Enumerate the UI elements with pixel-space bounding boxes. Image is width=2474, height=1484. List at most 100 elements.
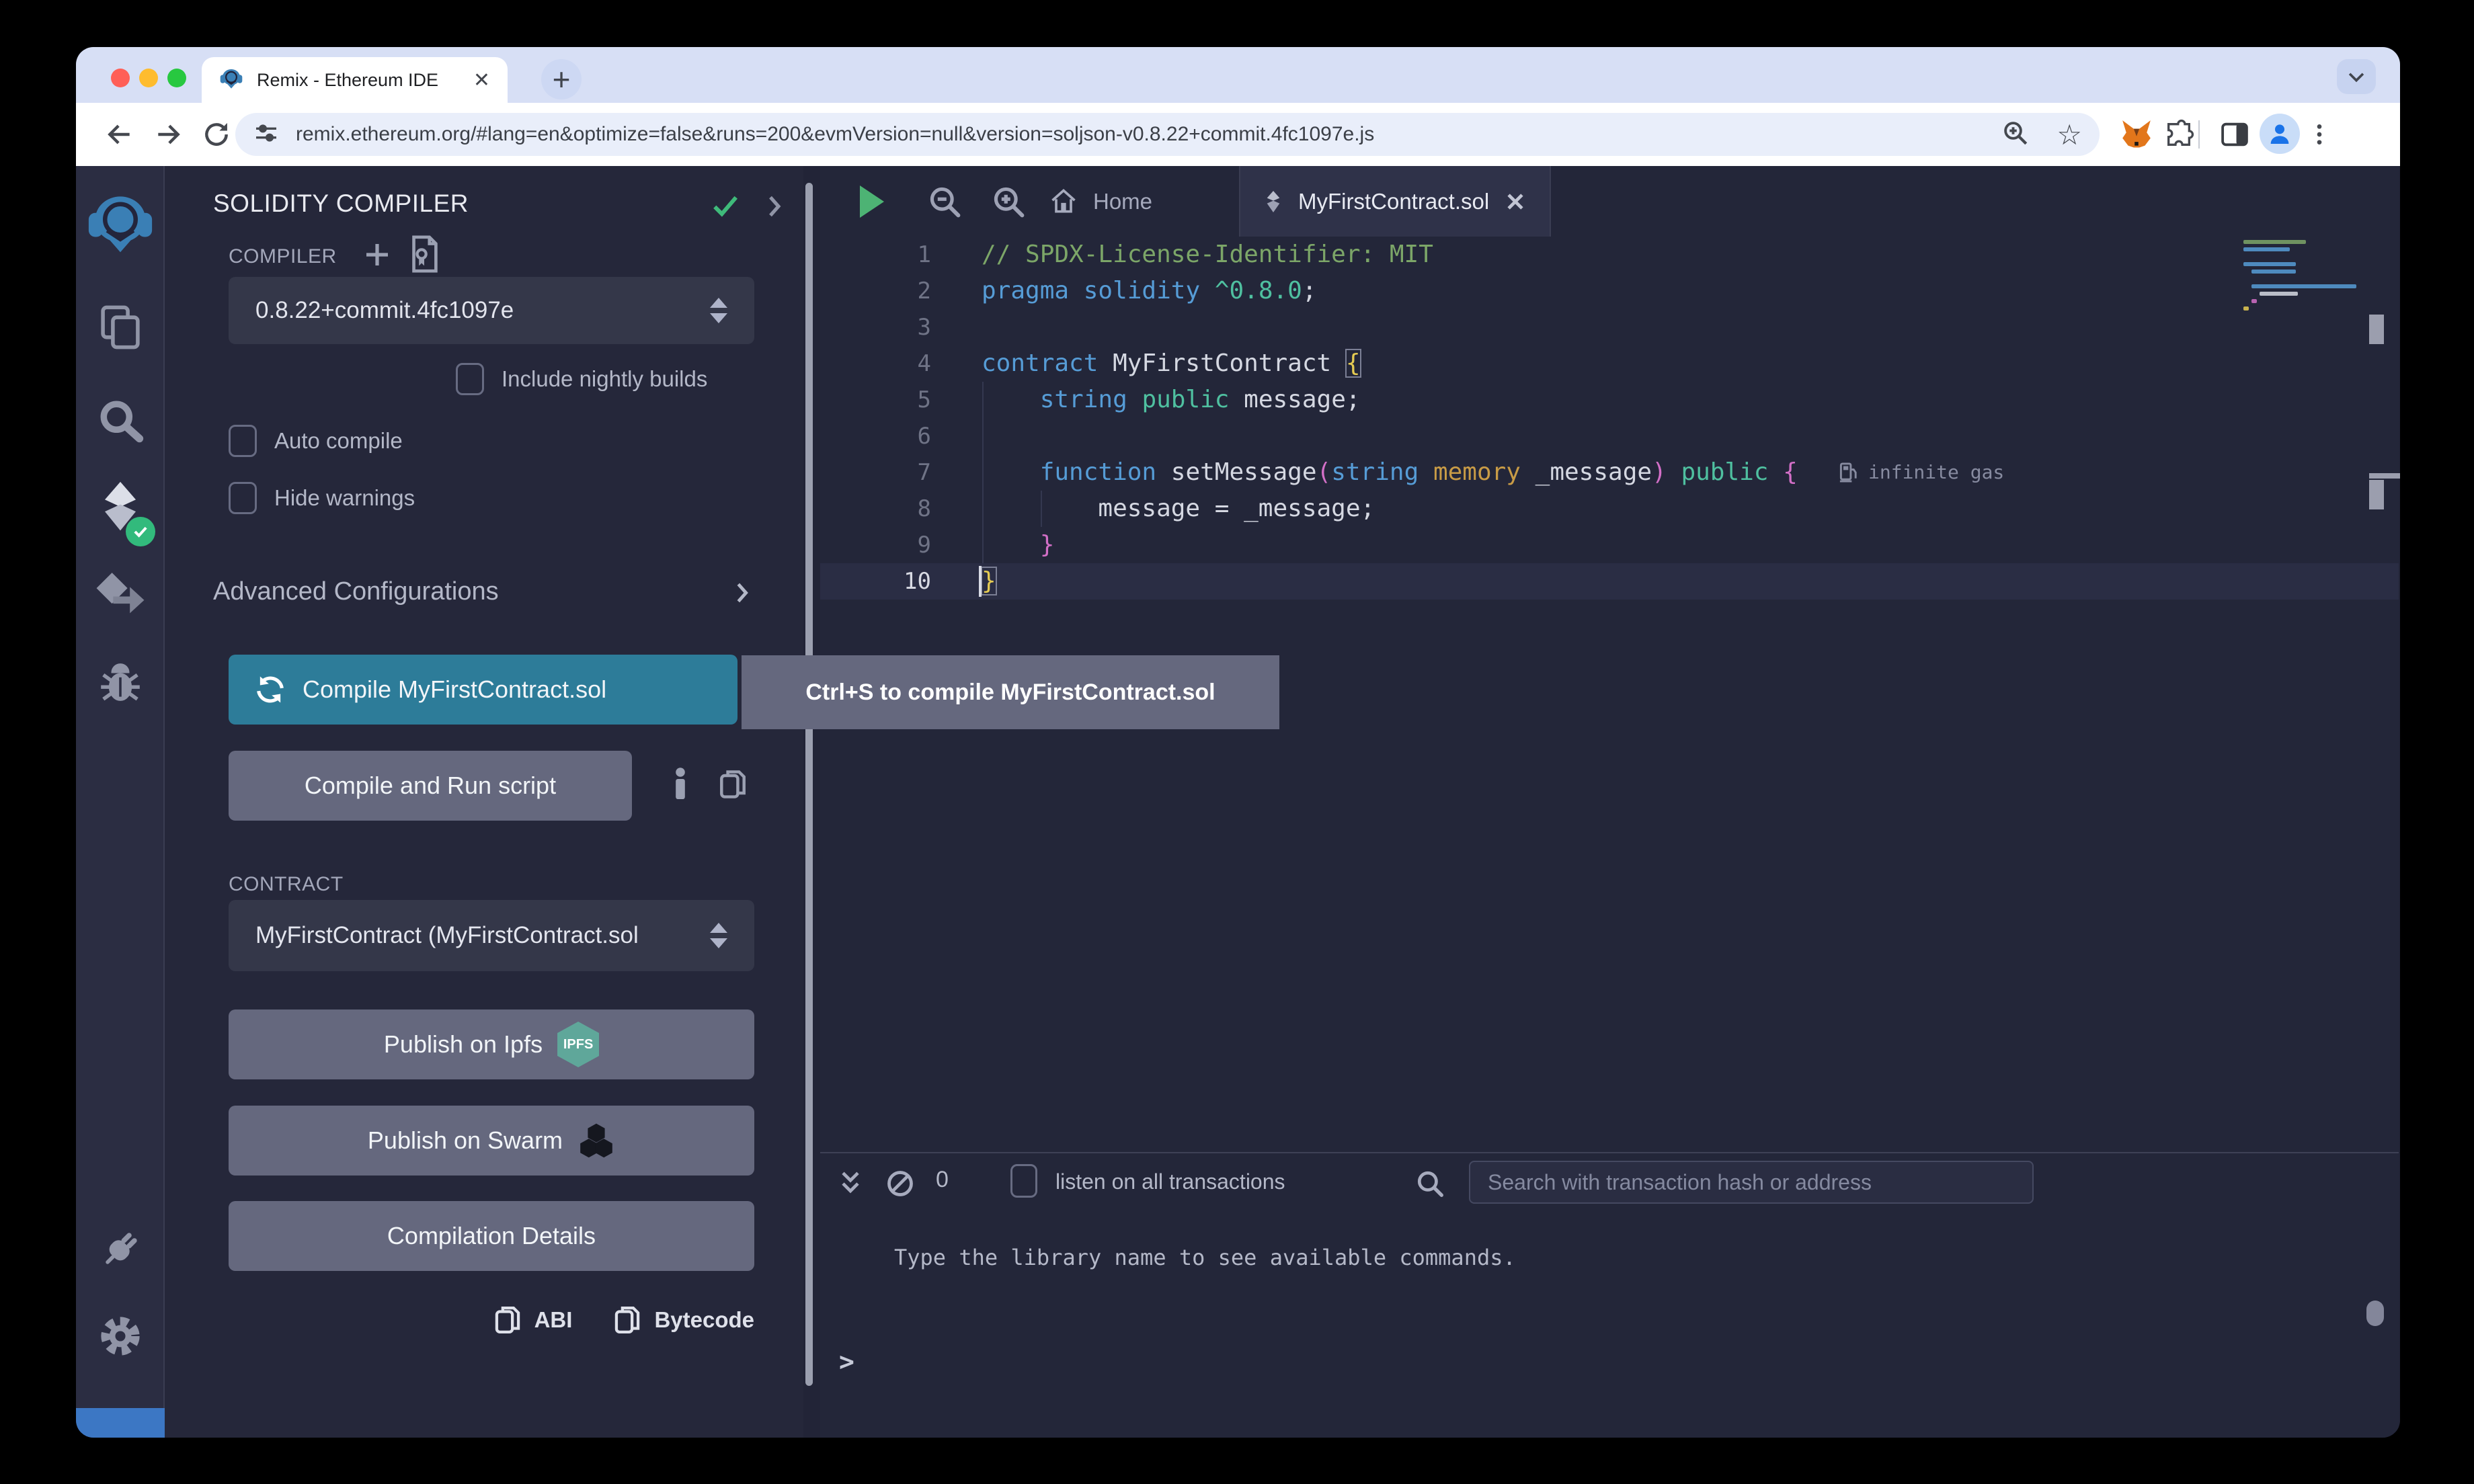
screenshot-stage: Remix - Ethereum IDE ✕ + re — [0, 0, 2474, 1484]
line-number[interactable]: 7 — [820, 454, 931, 491]
compile-success-badge — [126, 517, 155, 546]
code-line[interactable]: 8 message = _message; — [820, 491, 2399, 527]
hide-warnings-checkbox[interactable] — [229, 482, 257, 514]
indent-guide — [982, 418, 984, 454]
copy-bytecode-button[interactable]: Bytecode — [612, 1303, 754, 1337]
info-icon[interactable] — [666, 766, 695, 807]
compilation-details-button[interactable]: Compilation Details — [229, 1201, 754, 1271]
advanced-chevron-icon[interactable] — [733, 581, 752, 608]
run-script-play-icon[interactable] — [847, 178, 894, 225]
contract-select[interactable]: MyFirstContract (MyFirstContract.sol — [229, 900, 754, 971]
line-number[interactable]: 8 — [820, 491, 931, 527]
line-content: } — [982, 563, 996, 600]
line-number[interactable]: 6 — [820, 418, 931, 454]
code-line[interactable]: 4contract MyFirstContract { — [820, 345, 2399, 382]
code-line[interactable]: 5 string public message; — [820, 382, 2399, 418]
code-line[interactable]: 6 — [820, 418, 2399, 454]
new-tab-button[interactable]: + — [541, 59, 582, 99]
deploy-run-icon[interactable] — [76, 565, 165, 623]
browser-tab-remix[interactable]: Remix - Ethereum IDE ✕ — [202, 57, 508, 103]
zoom-window-button[interactable] — [167, 69, 186, 87]
copy-abi-button[interactable]: ABI — [493, 1303, 573, 1337]
url-text[interactable]: remix.ethereum.org/#lang=en&optimize=fal… — [296, 123, 2001, 146]
minimize-window-button[interactable] — [139, 69, 158, 87]
line-number[interactable]: 10 — [820, 563, 931, 600]
line-number[interactable]: 1 — [820, 237, 931, 273]
code-line[interactable]: 10} — [820, 563, 2399, 600]
minimap-line — [2243, 262, 2296, 266]
home-icon — [1049, 187, 1078, 216]
site-settings-icon[interactable] — [253, 120, 280, 150]
settings-gear-icon[interactable] — [76, 1309, 165, 1363]
publish-swarm-button[interactable]: Publish on Swarm — [229, 1106, 754, 1176]
include-nightly-row[interactable]: Include nightly builds — [456, 363, 707, 395]
icon-sidebar — [76, 166, 165, 1438]
solidity-compiler-icon[interactable] — [76, 473, 165, 540]
remix-logo-icon[interactable] — [76, 185, 165, 262]
line-number[interactable]: 4 — [820, 345, 931, 382]
tab-close-icon[interactable] — [1504, 190, 1527, 213]
compiler-version-select[interactable]: 0.8.22+commit.4fc1097e — [229, 277, 754, 344]
editor-minimap[interactable] — [2243, 240, 2366, 314]
code-line[interactable]: 7 function setMessage(string memory _mes… — [820, 454, 2399, 491]
tab-home[interactable]: Home — [1049, 166, 1152, 237]
extensions-puzzle-icon[interactable] — [2162, 118, 2196, 151]
code-line[interactable]: 2pragma solidity ^0.8.0; — [820, 273, 2399, 309]
editor-scrollbar-mark — [2369, 473, 2400, 479]
line-number[interactable]: 5 — [820, 382, 931, 418]
editor-scrollbar-thumb[interactable] — [2369, 315, 2384, 344]
forward-icon[interactable] — [151, 118, 185, 151]
code-line[interactable]: 1// SPDX-License-Identifier: MIT — [820, 237, 2399, 273]
clear-console-icon[interactable] — [882, 1165, 918, 1202]
url-bar[interactable]: remix.ethereum.org/#lang=en&optimize=fal… — [235, 113, 2100, 156]
publish-swarm-label: Publish on Swarm — [368, 1126, 563, 1155]
line-number[interactable]: 3 — [820, 309, 931, 345]
panel-scrollbar[interactable] — [805, 183, 813, 1386]
hide-warnings-row[interactable]: Hide warnings — [229, 482, 415, 514]
search-icon[interactable] — [76, 391, 165, 450]
solidity-file-icon — [1263, 188, 1283, 215]
back-icon[interactable] — [103, 118, 136, 151]
close-window-button[interactable] — [111, 69, 130, 87]
listen-transactions-checkbox[interactable] — [1010, 1164, 1037, 1198]
file-explorer-icon[interactable] — [76, 300, 165, 355]
browser-menu-icon[interactable] — [2303, 118, 2336, 151]
zoom-in-icon[interactable] — [985, 178, 1032, 225]
zoom-out-icon[interactable] — [921, 178, 968, 225]
line-number[interactable]: 2 — [820, 273, 931, 309]
line-content: } — [982, 527, 1054, 563]
license-doc-icon[interactable] — [407, 235, 442, 277]
line-number[interactable]: 9 — [820, 527, 931, 563]
advanced-configurations-label[interactable]: Advanced Configurations — [213, 577, 499, 606]
indent-guide — [982, 491, 984, 527]
add-compiler-icon[interactable] — [361, 239, 393, 274]
tab-myfirstcontract[interactable]: MyFirstContract.sol — [1239, 166, 1551, 237]
side-panel-icon[interactable] — [2218, 118, 2251, 151]
compile-run-button[interactable]: Compile and Run script — [229, 751, 632, 821]
copy-script-icon[interactable] — [717, 767, 748, 805]
terminal-search-input[interactable] — [1469, 1161, 2034, 1204]
publish-ipfs-button[interactable]: Publish on Ipfs IPFS — [229, 1009, 754, 1079]
tab-close-icon[interactable]: ✕ — [473, 69, 490, 92]
auto-compile-checkbox[interactable] — [229, 425, 257, 457]
auto-compile-row[interactable]: Auto compile — [229, 425, 403, 457]
reload-icon[interactable] — [200, 118, 233, 151]
debugger-icon[interactable] — [76, 655, 165, 710]
zoom-page-icon[interactable] — [2001, 119, 2030, 151]
tab-search-button[interactable] — [2337, 59, 2376, 94]
metamask-extension-icon[interactable] — [2120, 118, 2153, 151]
panel-chevron-icon[interactable] — [764, 194, 785, 222]
abi-label: ABI — [534, 1307, 573, 1333]
compilation-details-label: Compilation Details — [387, 1222, 596, 1250]
bookmark-star-icon[interactable]: ☆ — [2057, 118, 2082, 151]
terminal-scrollbar-thumb[interactable] — [2366, 1301, 2384, 1326]
code-line[interactable]: 3 — [820, 309, 2399, 345]
minimap-slider[interactable] — [2369, 480, 2384, 509]
include-nightly-checkbox[interactable] — [456, 363, 484, 395]
plugin-manager-icon[interactable] — [76, 1223, 165, 1276]
profile-avatar[interactable] — [2260, 114, 2300, 154]
code-line[interactable]: 9 } — [820, 527, 2399, 563]
compile-button[interactable]: Compile MyFirstContract.sol — [229, 655, 737, 725]
terminal-prompt[interactable]: > — [839, 1347, 854, 1376]
terminal-collapse-icon[interactable] — [832, 1165, 869, 1202]
